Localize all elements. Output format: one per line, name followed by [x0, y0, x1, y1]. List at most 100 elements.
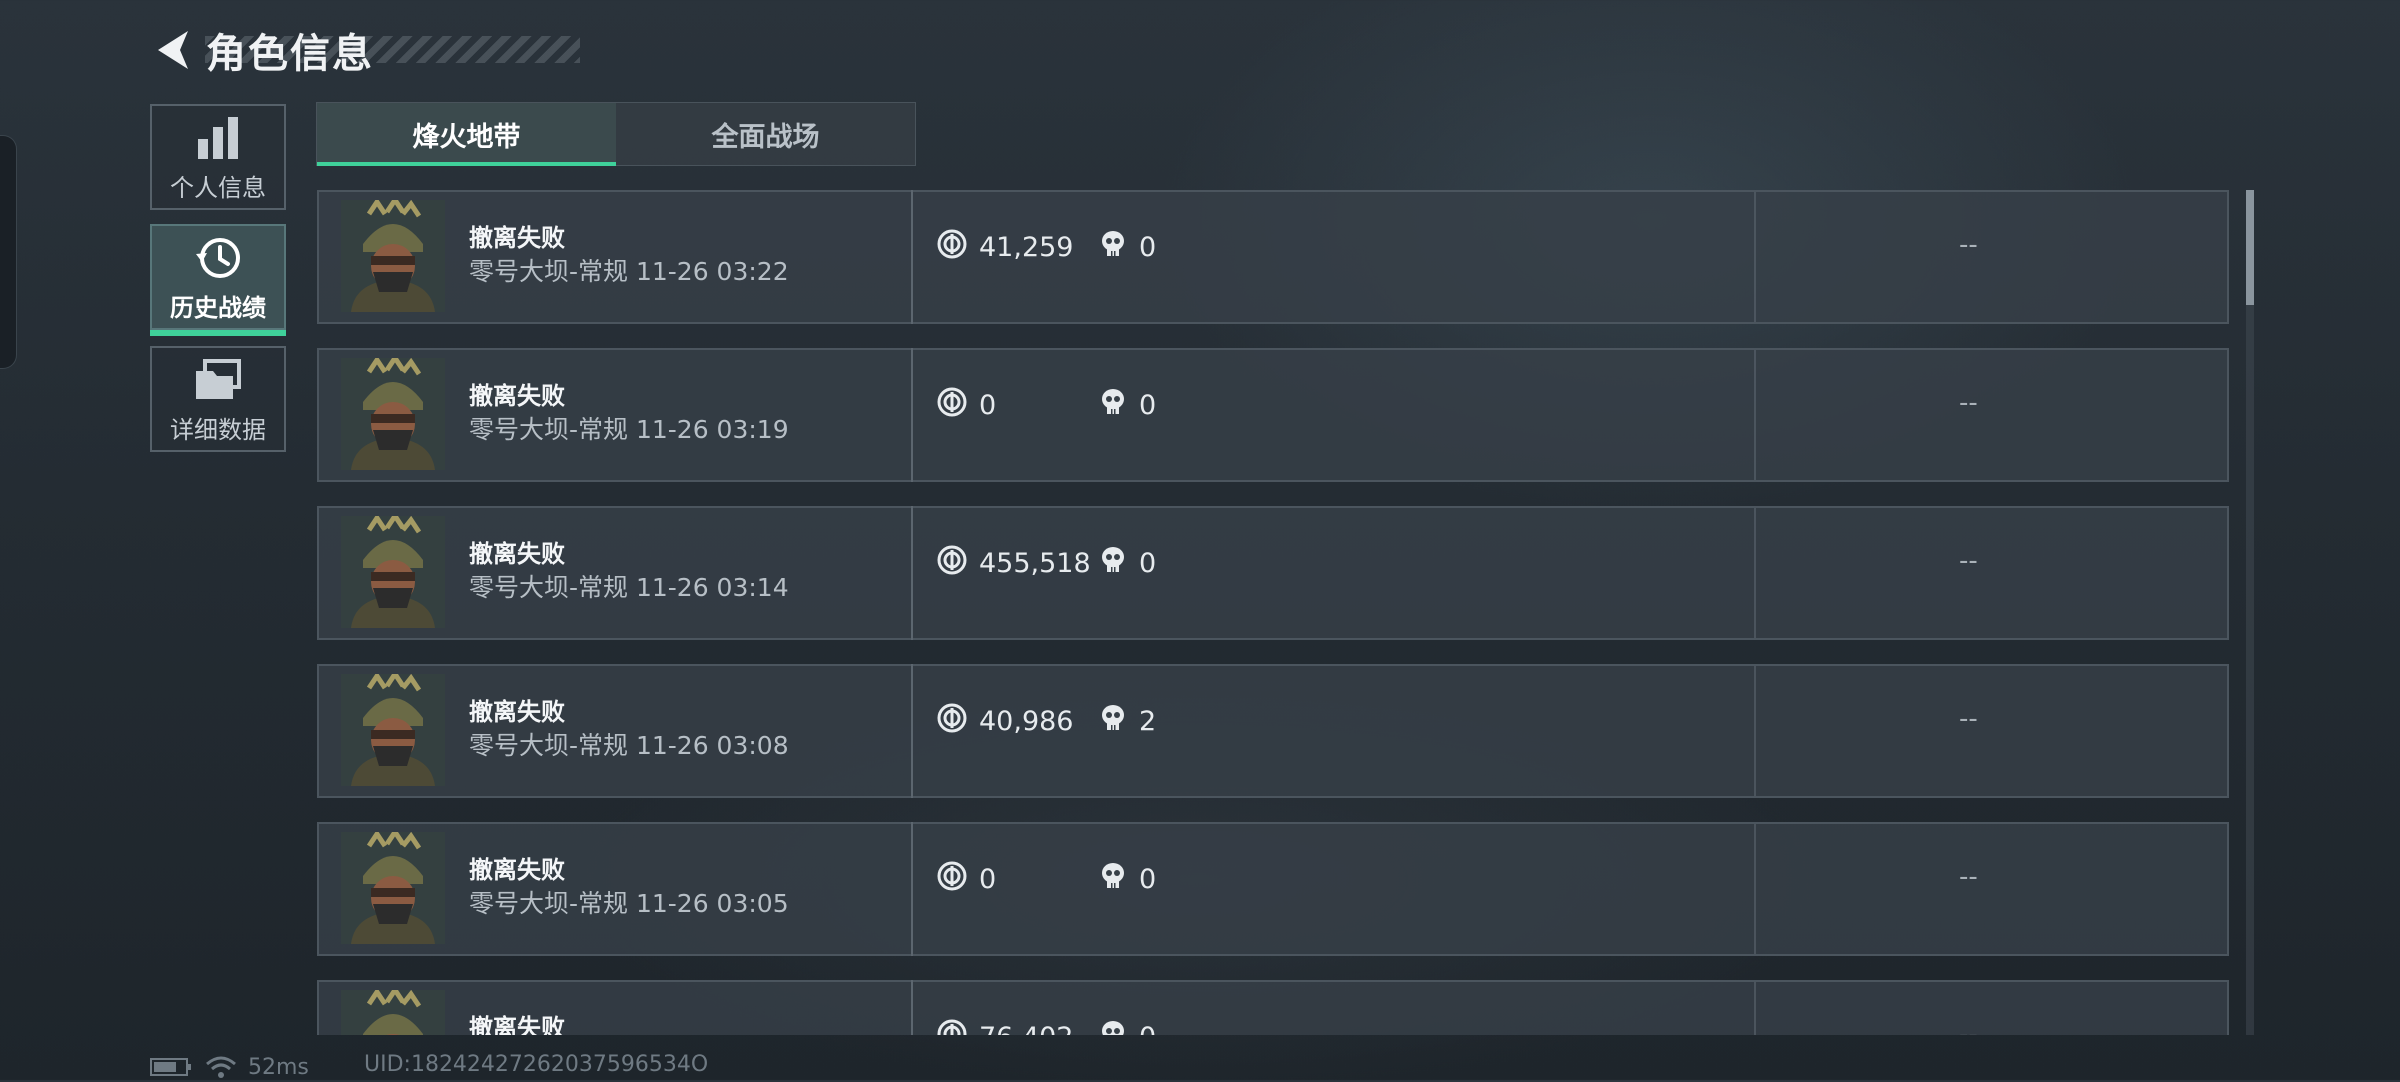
row-divider [1754, 192, 1756, 322]
match-map-time: 零号大坝-常规 11-26 03:19 [469, 415, 789, 444]
nav-match-history[interactable]: 历史战绩 [150, 224, 286, 336]
stacked-folders-icon [193, 354, 243, 406]
row-divider [1754, 350, 1756, 480]
loot-value-stat: 0 [937, 861, 996, 897]
battery-icon [150, 1058, 191, 1076]
kills-stat: 0 [1099, 861, 1156, 897]
operator-avatar [341, 200, 445, 312]
match-result: 撤离失败 [469, 856, 565, 884]
match-result: 撤离失败 [469, 224, 565, 252]
match-result: 撤离失败 [469, 540, 565, 568]
row-divider [1754, 982, 1756, 1035]
operator-avatar [341, 516, 445, 628]
match-map-time: 零号大坝-常规 11-26 03:14 [469, 573, 789, 602]
skull-icon [1099, 1019, 1127, 1035]
skull-icon [1099, 703, 1127, 740]
row-divider [911, 506, 913, 640]
match-map-time: 零号大坝-常规 11-26 03:22 [469, 257, 789, 286]
kill-count: 0 [1139, 863, 1157, 895]
mode-tabs: 烽火地带 全面战场 [316, 102, 916, 166]
coin-icon [937, 1019, 967, 1035]
operator-avatar [341, 674, 445, 786]
history-clock-icon [193, 232, 243, 284]
scroll-thumb[interactable] [2246, 190, 2254, 305]
match-result: 撤离失败 [469, 1014, 565, 1035]
back-arrow-icon [158, 31, 188, 69]
loot-value-stat: 0 [937, 387, 996, 423]
nav-detailed-data[interactable]: 详细数据 [150, 346, 286, 452]
kill-count: 0 [1139, 1022, 1156, 1036]
match-map-time: 零号大坝-常规 11-26 03:05 [469, 889, 789, 918]
row-divider [911, 664, 913, 798]
extra-info: -- [1959, 704, 1978, 734]
extra-info: -- [1959, 546, 1978, 576]
coin-icon [937, 229, 967, 266]
status-bar: 52ms [150, 1052, 309, 1082]
extra-info: -- [1959, 1020, 1978, 1035]
match-record-row[interactable]: 撤离失败 零号大坝-常规 11-26 03:19 0 0 -- [317, 348, 2229, 482]
match-history-list[interactable]: 撤离失败 零号大坝-常规 11-26 03:22 41,259 0 -- 撤离失… [317, 190, 2229, 1035]
side-drawer-handle[interactable] [0, 135, 17, 369]
loot-value: 76,402 [979, 1022, 1073, 1036]
tab-full-battlefield[interactable]: 全面战场 [616, 103, 915, 165]
loot-value-stat: 76,402 [937, 1019, 1073, 1035]
list-scrollbar[interactable] [2246, 190, 2254, 1035]
loot-value: 0 [979, 389, 997, 421]
skull-icon [1099, 545, 1127, 582]
back-button[interactable] [150, 22, 194, 78]
operator-avatar [341, 358, 445, 470]
kill-count: 2 [1139, 705, 1157, 737]
tab-firezone[interactable]: 烽火地带 [317, 103, 616, 166]
loot-value: 455,518 [979, 547, 1091, 579]
match-result: 撤离失败 [469, 698, 565, 726]
skull-icon [1099, 387, 1127, 424]
skull-icon [1099, 861, 1127, 898]
match-record-row[interactable]: 撤离失败 零号大坝-常规 11-26 03:14 455,518 0 -- [317, 506, 2229, 640]
row-divider [1754, 508, 1756, 638]
ping-value: 52ms [248, 1054, 309, 1080]
match-record-row[interactable]: 撤离失败 零号大坝-常规 11-26 03:08 40,986 2 -- [317, 664, 2229, 798]
skull-icon [1099, 229, 1127, 266]
kills-stat: 2 [1099, 703, 1156, 739]
page-header: 角色信息 [150, 22, 374, 78]
row-divider [911, 822, 913, 956]
kills-stat: 0 [1099, 1019, 1156, 1035]
bar-chart-icon [196, 112, 240, 164]
operator-avatar [341, 832, 445, 944]
row-divider [911, 190, 913, 324]
kill-count: 0 [1139, 231, 1157, 263]
loot-value-stat: 455,518 [937, 545, 1091, 581]
match-map-time: 零号大坝-常规 11-26 03:08 [469, 731, 789, 760]
kills-stat: 0 [1099, 387, 1156, 423]
match-record-row[interactable]: 撤离失败 零号大坝-常规 11-26 03:22 41,259 0 -- [317, 190, 2229, 324]
operator-avatar [341, 990, 445, 1035]
extra-info: -- [1959, 230, 1978, 260]
nav-label: 个人信息 [170, 173, 266, 202]
loot-value-stat: 41,259 [937, 229, 1073, 265]
nav-label: 历史战绩 [170, 293, 266, 322]
loot-value: 0 [979, 863, 997, 895]
wifi-icon [206, 1056, 236, 1078]
loot-value: 40,986 [979, 705, 1074, 737]
row-divider [911, 980, 913, 1035]
match-result: 撤离失败 [469, 382, 565, 410]
coin-icon [937, 545, 967, 582]
coin-icon [937, 703, 967, 740]
kill-count: 0 [1139, 547, 1157, 579]
extra-info: -- [1959, 862, 1978, 892]
match-record-row[interactable]: 撤离失败 76,402 0 -- [317, 980, 2229, 1035]
nav-label: 详细数据 [170, 415, 266, 444]
kill-count: 0 [1139, 389, 1157, 421]
loot-value: 41,259 [979, 231, 1074, 263]
row-divider [1754, 666, 1756, 796]
coin-icon [937, 387, 967, 424]
row-divider [911, 348, 913, 482]
coin-icon [937, 861, 967, 898]
row-divider [1754, 824, 1756, 954]
match-record-row[interactable]: 撤离失败 零号大坝-常规 11-26 03:05 0 0 -- [317, 822, 2229, 956]
nav-personal-info[interactable]: 个人信息 [150, 104, 286, 210]
user-id: UID:18242427262037596534O [364, 1052, 709, 1077]
page-title: 角色信息 [206, 31, 374, 77]
loot-value-stat: 40,986 [937, 703, 1073, 739]
extra-info: -- [1959, 388, 1978, 418]
